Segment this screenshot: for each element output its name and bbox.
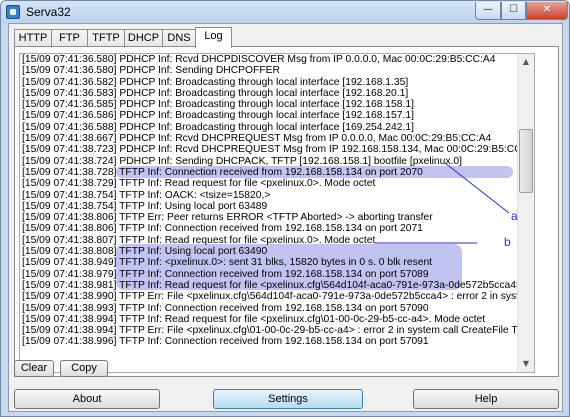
annotation-lines [375, 162, 510, 244]
minimize-button[interactable]: — [475, 2, 501, 20]
client-area: HTTP FTP TFTP DHCP DNS Log [15/09 07:41:… [8, 23, 563, 412]
clear-button[interactable]: Clear [14, 360, 54, 377]
copy-button[interactable]: Copy [60, 360, 108, 377]
annotation-label-b: b [504, 235, 511, 249]
bottom-button-bar: About Settings Help [9, 385, 562, 411]
serva-window: Serva32 — ☐ ✕ HTTP FTP TFTP DHCP DNS Log… [0, 0, 570, 417]
settings-button[interactable]: Settings [213, 389, 363, 409]
close-button[interactable]: ✕ [526, 2, 568, 20]
title-bar[interactable]: Serva32 — ☐ ✕ [1, 1, 569, 23]
log-tab-panel: [15/09 07:41:36.580] PDHCP Inf: Rcvd DHC… [14, 46, 559, 377]
maximize-button[interactable]: ☐ [501, 2, 526, 20]
annotation-label-a: a [511, 209, 518, 223]
annotation-line-a [444, 162, 510, 214]
window-title: Serva32 [26, 5, 71, 19]
about-button[interactable]: About [14, 389, 160, 409]
help-button[interactable]: Help [413, 389, 559, 409]
tab-log[interactable]: Log [195, 27, 232, 48]
serva-app-icon [6, 5, 20, 19]
